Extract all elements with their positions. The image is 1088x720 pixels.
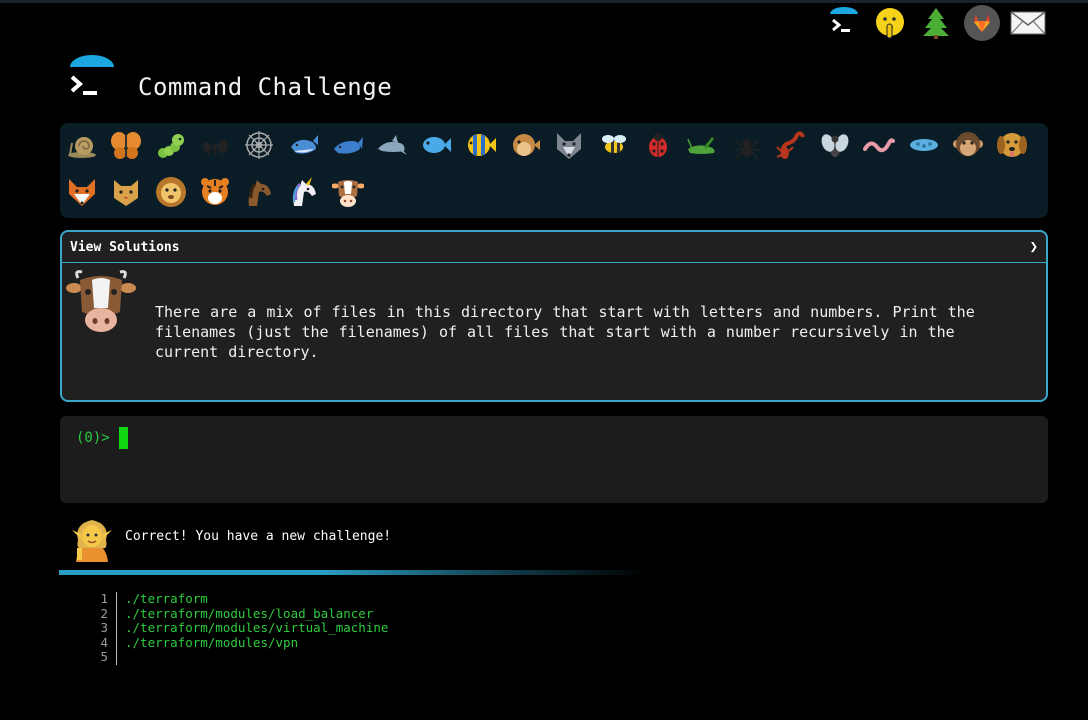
output-line: 2 ./terraform/modules/load_balancer (90, 605, 388, 621)
divider (59, 570, 649, 575)
bee-icon[interactable] (597, 128, 631, 162)
line-text: ./terraform/modules/load_balancer (125, 605, 374, 621)
ladybug-icon[interactable] (641, 128, 675, 162)
whale-icon[interactable] (287, 128, 321, 162)
line-number: 2 (90, 606, 117, 621)
cat-icon[interactable] (109, 175, 143, 209)
caterpillar-icon[interactable] (154, 128, 188, 162)
mail-icon[interactable] (1010, 5, 1046, 41)
horse-icon[interactable] (242, 175, 276, 209)
unicorn-icon[interactable] (287, 175, 321, 209)
command-output: 1 ./terraform 2 ./terraform/modules/load_ba… (90, 591, 389, 665)
worm-icon[interactable] (862, 128, 896, 162)
output-line: 5 (90, 649, 388, 665)
snail-icon[interactable] (65, 128, 99, 162)
spider-icon[interactable] (730, 128, 764, 162)
dolphin-icon[interactable] (375, 128, 409, 162)
butterfly-icon[interactable] (109, 128, 143, 162)
view-solutions-toggle[interactable]: View Solutions ❯ (62, 232, 1046, 263)
dog-icon[interactable] (995, 128, 1029, 162)
lion-icon[interactable] (154, 175, 188, 209)
line-text: ./terraform/modules/vpn (125, 634, 299, 650)
challenge-box: View Solutions ❯ There are a mix of file… (60, 230, 1048, 402)
output-line: 3 ./terraform/modules/virtual_machine (90, 620, 389, 636)
top-border (0, 0, 1088, 3)
gitlab-icon[interactable] (964, 5, 1000, 41)
cow-icon (66, 270, 136, 336)
line-text: ./terraform (125, 591, 208, 606)
tropical-fish-icon[interactable] (464, 128, 498, 162)
terminal-icon[interactable] (826, 5, 862, 41)
line-text (117, 650, 125, 665)
output-line: 1 ./terraform (90, 591, 388, 607)
line-text: ./terraform/modules/virtual_machine (125, 620, 389, 635)
view-solutions-label: View Solutions (70, 239, 180, 255)
fly-icon[interactable] (818, 128, 852, 162)
cricket-icon[interactable] (685, 128, 719, 162)
tree-icon[interactable] (918, 5, 954, 41)
line-number: 3 (90, 620, 117, 636)
elf-icon (68, 514, 116, 562)
line-number: 1 (90, 591, 117, 607)
scorpion-icon[interactable] (774, 128, 808, 162)
terminal-prompt: (0)> (76, 430, 110, 446)
terminal-cursor (119, 427, 128, 449)
ant-icon[interactable] (198, 128, 232, 162)
line-number: 4 (90, 635, 117, 650)
shush-face-icon[interactable] (872, 5, 908, 41)
page-title: Command Challenge (138, 73, 393, 101)
top-nav (826, 5, 1046, 41)
fish-icon[interactable] (419, 128, 453, 162)
challenge-selector (60, 123, 1048, 218)
line-number: 5 (90, 649, 117, 665)
blowfish-icon[interactable] (508, 128, 542, 162)
challenge-description: There are a mix of files in this directo… (155, 303, 975, 361)
fox-icon[interactable] (65, 175, 99, 209)
wolf-icon[interactable] (552, 128, 586, 162)
terminal-input[interactable]: (0)> (60, 416, 1048, 503)
monkey-icon[interactable] (951, 128, 985, 162)
spider-web-icon[interactable] (242, 128, 276, 162)
chevron-right-icon: ❯ (1029, 239, 1038, 255)
output-line: 4 ./terraform/modules/vpn (90, 634, 388, 650)
microbe-icon[interactable] (907, 128, 941, 162)
logo-icon (66, 55, 118, 105)
cow-icon[interactable] (331, 175, 365, 209)
tiger-icon[interactable] (198, 175, 232, 209)
feedback-message: Correct! You have a new challenge! (125, 529, 392, 544)
whale-2-icon[interactable] (331, 128, 365, 162)
